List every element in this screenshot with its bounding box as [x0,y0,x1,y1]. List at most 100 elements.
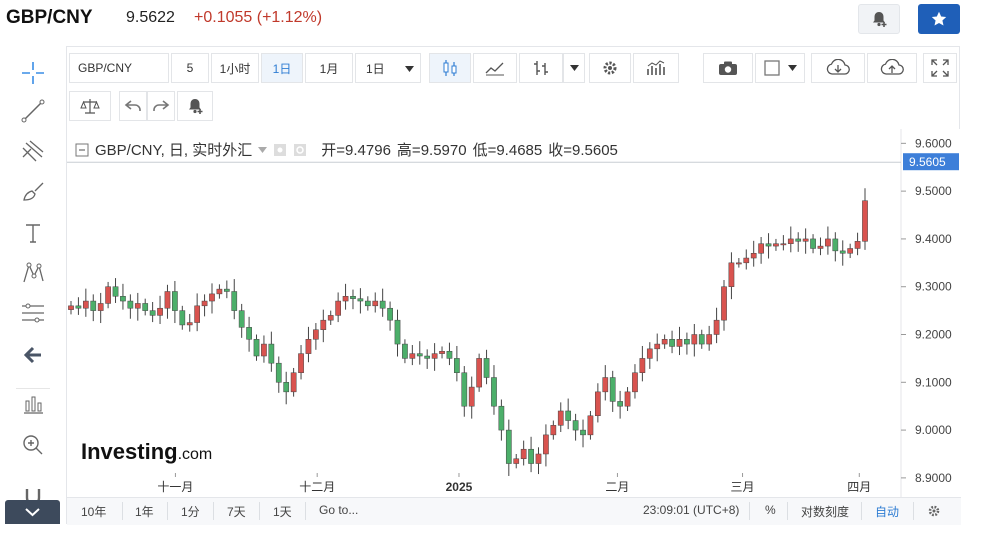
legend-high-value: 9.5970 [420,142,467,159]
range-1y[interactable]: 1年 [135,503,154,520]
legend-open-value: 9.4796 [345,142,391,159]
cloud-load-button[interactable] [811,53,865,83]
layout-button[interactable] [755,53,805,83]
percent-toggle[interactable]: % [765,503,776,517]
candlestick-icon [443,60,457,76]
watchlist-star-button[interactable] [918,4,960,34]
range-1min[interactable]: 1分 [181,503,200,520]
candle-body [780,243,787,246]
candle-body [802,238,809,242]
candle-body [698,334,705,345]
text-tool[interactable] [16,218,50,248]
auto-scale-toggle[interactable]: 自动 [875,503,899,520]
candle-body [646,348,653,359]
indicators-tool[interactable] [16,388,50,418]
candle-body [669,339,675,347]
candle-body [528,448,534,464]
candle-body [231,291,238,311]
edit-toolbar [67,91,961,123]
candle-body [320,319,327,330]
chart-toolbar: GBP/CNY 5 1小时 1日 1月 1日 [67,53,961,85]
collapse-toolbar-button[interactable] [5,500,60,524]
chart-type-dropdown[interactable] [563,53,585,83]
caret-down-icon[interactable] [258,146,268,153]
candle-body [364,300,371,307]
footer-divider [749,502,750,520]
eye-icon[interactable] [273,143,287,157]
candlestick-type-button[interactable] [429,53,471,83]
caret-down-icon [405,66,414,72]
fib-tool[interactable] [16,298,50,328]
legend-low-value: 9.4685 [496,142,543,159]
candle-body [194,305,200,323]
interval-5[interactable]: 5 [171,53,209,83]
indicators-icon [24,396,43,414]
snapshot-button[interactable] [703,53,753,83]
candle-body [602,377,609,393]
interval-1d[interactable]: 1日 [261,53,303,83]
candle-body [483,358,490,378]
crosshair-tool[interactable] [16,58,50,88]
collapse-square-icon[interactable] [75,143,89,157]
zoom-in-tool[interactable] [16,430,50,460]
expand-icon [931,59,949,77]
candle-body [172,291,178,311]
legend-close: 收=9.5605 [548,139,618,160]
alert-button[interactable] [177,91,213,121]
candle-body [134,303,141,309]
interval-1h[interactable]: 1小时 [211,53,259,83]
candle-body [223,288,230,292]
goto-date[interactable]: Go to... [319,503,358,517]
brush-tool[interactable] [16,176,50,206]
zoom-in-icon [23,435,43,455]
candle-body [82,300,89,309]
candle-body [68,305,74,310]
interval-1m[interactable]: 1月 [305,53,353,83]
range-10y[interactable]: 10年 [81,503,106,520]
candle-body [587,415,594,436]
candle-body [97,303,104,311]
log-scale-toggle[interactable]: 对数刻度 [801,503,849,520]
candle-body [402,343,408,359]
indicators-button[interactable] [633,53,679,83]
add-alert-button[interactable] [858,4,900,34]
candle-body [750,253,757,259]
candle-body [654,343,661,350]
symbol-field[interactable]: GBP/CNY [69,53,169,83]
candle-body [795,238,802,242]
range-7d[interactable]: 7天 [227,503,246,520]
range-1d[interactable]: 1天 [273,503,292,520]
pattern-tool[interactable] [16,258,50,288]
caret-down-icon [787,65,797,71]
candle-body [572,420,579,431]
caret-down-icon [569,65,579,71]
price-chart[interactable]: 9.6000 9.5000 9.4000 9.3000 9.2000 9.1000 9.00… [67,129,961,497]
line-type-button[interactable] [473,53,517,83]
star-icon [931,11,947,26]
candle-body [90,300,97,311]
candle-body [624,391,631,407]
gear-icon[interactable] [927,504,941,518]
fullscreen-button[interactable] [923,53,957,83]
interval-select[interactable]: 1日 [355,53,421,83]
compare-button[interactable] [69,91,111,121]
gear-icon[interactable] [293,143,307,157]
undo-button[interactable] [119,91,147,121]
candle-body [342,296,349,302]
bars-type-button[interactable] [519,53,563,83]
candle-body [446,350,453,359]
ohlc-bars-icon [534,61,548,75]
square-icon [763,60,780,76]
clock: 23:09:01 (UTC+8) [643,503,740,517]
candle-body [416,353,423,357]
redo-button[interactable] [147,91,175,121]
cloud-save-button[interactable] [867,53,917,83]
back-arrow-tool[interactable] [16,340,50,370]
candle-body [454,358,460,373]
candle-body [817,245,824,249]
trendline-tool[interactable] [16,96,50,126]
pitchfork-tool[interactable] [16,136,50,166]
candle-body [327,315,334,321]
candle-body [505,429,512,464]
settings-button[interactable] [589,53,631,83]
